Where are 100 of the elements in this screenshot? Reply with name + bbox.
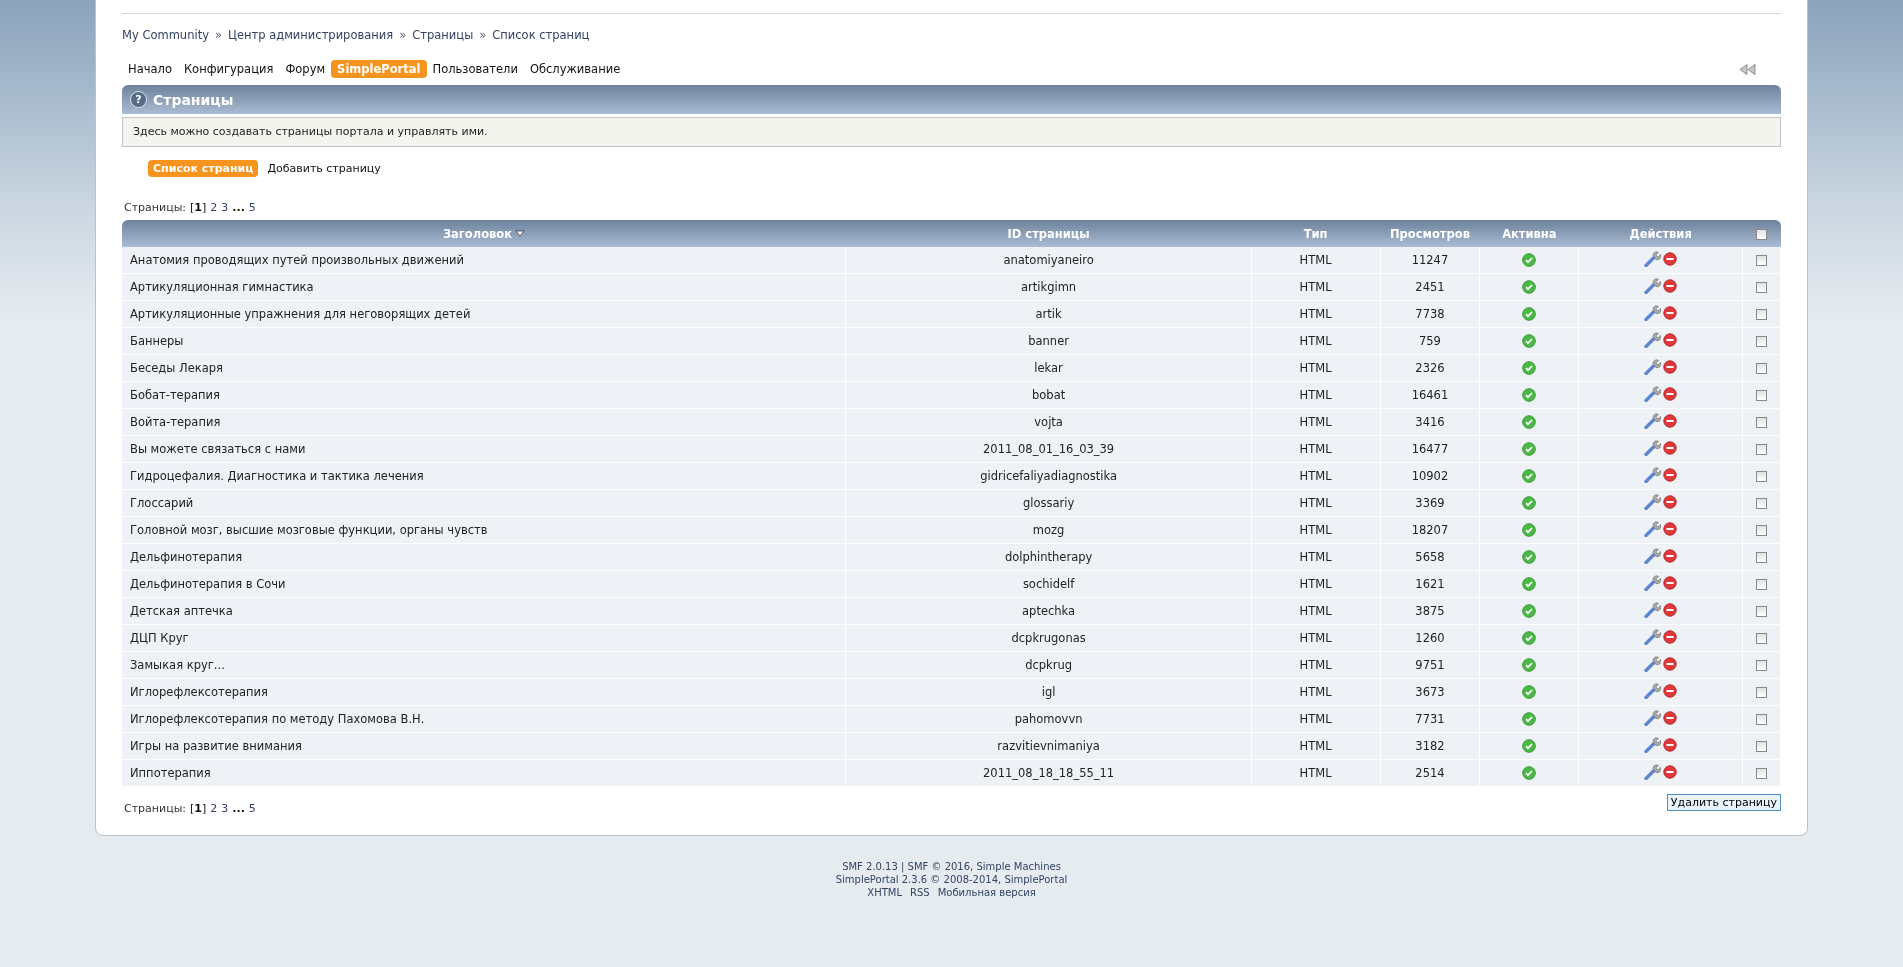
breadcrumb-link[interactable]: Список страниц	[492, 28, 590, 42]
sub-tab[interactable]: Добавить страницу	[262, 159, 386, 177]
wrench-icon[interactable]	[1644, 493, 1662, 510]
wrench-icon[interactable]	[1644, 655, 1662, 672]
delete-icon[interactable]	[1663, 467, 1678, 482]
wrench-icon[interactable]	[1644, 331, 1662, 348]
row-checkbox[interactable]	[1756, 255, 1767, 266]
row-checkbox[interactable]	[1756, 633, 1767, 644]
breadcrumb-link[interactable]: Страницы	[412, 28, 474, 42]
row-checkbox[interactable]	[1756, 417, 1767, 428]
delete-icon[interactable]	[1663, 413, 1678, 428]
row-checkbox[interactable]	[1756, 687, 1767, 698]
active-check-icon[interactable]	[1522, 739, 1537, 754]
wrench-icon[interactable]	[1644, 250, 1662, 267]
delete-icon[interactable]	[1663, 629, 1678, 644]
wrench-icon[interactable]	[1644, 628, 1662, 645]
menu-tab[interactable]: Форум	[279, 60, 332, 78]
row-checkbox[interactable]	[1756, 336, 1767, 347]
wrench-icon[interactable]	[1644, 709, 1662, 726]
collapse-icon[interactable]	[1739, 63, 1757, 75]
wrench-icon[interactable]	[1644, 412, 1662, 429]
wrench-icon[interactable]	[1644, 385, 1662, 402]
footer-link[interactable]: Мобильная версия	[937, 887, 1036, 898]
footer-link[interactable]: XHTML	[867, 887, 903, 898]
page-link[interactable]: 2	[210, 801, 218, 815]
delete-icon[interactable]	[1663, 602, 1678, 617]
active-check-icon[interactable]	[1522, 766, 1537, 781]
delete-icon[interactable]	[1663, 683, 1678, 698]
active-check-icon[interactable]	[1522, 523, 1537, 538]
wrench-icon[interactable]	[1644, 763, 1662, 780]
delete-icon[interactable]	[1663, 494, 1678, 509]
wrench-icon[interactable]	[1644, 736, 1662, 753]
active-check-icon[interactable]	[1522, 334, 1537, 349]
delete-icon[interactable]	[1663, 764, 1678, 779]
active-check-icon[interactable]	[1522, 388, 1537, 403]
active-check-icon[interactable]	[1522, 631, 1537, 646]
delete-icon[interactable]	[1663, 440, 1678, 455]
wrench-icon[interactable]	[1644, 520, 1662, 537]
page-link[interactable]: 5	[248, 200, 256, 214]
active-check-icon[interactable]	[1522, 550, 1537, 565]
delete-icon[interactable]	[1663, 332, 1678, 347]
breadcrumb-link[interactable]: Центр администрирования	[228, 28, 394, 42]
wrench-icon[interactable]	[1644, 304, 1662, 321]
page-title-link[interactable]: Глоссарий	[130, 496, 194, 510]
delete-icon[interactable]	[1663, 737, 1678, 752]
page-title-link[interactable]: Дельфинотерапия в Сочи	[130, 577, 286, 591]
active-check-icon[interactable]	[1522, 361, 1537, 376]
breadcrumb-link[interactable]: My Community	[122, 28, 209, 42]
delete-icon[interactable]	[1663, 575, 1678, 590]
wrench-icon[interactable]	[1644, 439, 1662, 456]
delete-icon[interactable]	[1663, 278, 1678, 293]
row-checkbox[interactable]	[1756, 579, 1767, 590]
row-checkbox[interactable]	[1756, 552, 1767, 563]
delete-icon[interactable]	[1663, 548, 1678, 563]
page-title-link[interactable]: Замыкая круг...	[130, 658, 225, 672]
footer-link[interactable]: RSS	[910, 887, 930, 898]
row-checkbox[interactable]	[1756, 309, 1767, 320]
menu-tab[interactable]: Пользователи	[426, 60, 524, 78]
row-checkbox[interactable]	[1756, 471, 1767, 482]
row-checkbox[interactable]	[1756, 741, 1767, 752]
active-check-icon[interactable]	[1522, 712, 1537, 727]
page-title-link[interactable]: Игры на развитие внимания	[130, 739, 302, 753]
row-checkbox[interactable]	[1756, 363, 1767, 374]
page-title-link[interactable]: Вы можете связаться с нами	[130, 442, 306, 456]
delete-icon[interactable]	[1663, 521, 1678, 536]
wrench-icon[interactable]	[1644, 601, 1662, 618]
menu-tab[interactable]: Конфигурация	[177, 60, 280, 78]
active-check-icon[interactable]	[1522, 307, 1537, 322]
delete-icon[interactable]	[1663, 251, 1678, 266]
page-title-link[interactable]: Детская аптечка	[130, 604, 233, 618]
page-title-link[interactable]: Дельфинотерапия	[130, 550, 243, 564]
page-title-link[interactable]: Артикуляционная гимнастика	[130, 280, 314, 294]
active-check-icon[interactable]	[1522, 496, 1537, 511]
menu-tab[interactable]: Обслуживание	[523, 60, 627, 78]
page-title-link[interactable]: Иппотерапия	[130, 766, 211, 780]
wrench-icon[interactable]	[1644, 547, 1662, 564]
page-title-link[interactable]: Баннеры	[130, 334, 184, 348]
select-all-checkbox[interactable]	[1756, 228, 1767, 240]
page-title-link[interactable]: Беседы Лекаря	[130, 361, 223, 375]
row-checkbox[interactable]	[1756, 660, 1767, 671]
active-check-icon[interactable]	[1522, 253, 1537, 268]
row-checkbox[interactable]	[1756, 282, 1767, 293]
active-check-icon[interactable]	[1522, 415, 1537, 430]
active-check-icon[interactable]	[1522, 604, 1537, 619]
row-checkbox[interactable]	[1756, 714, 1767, 725]
page-link[interactable]: 2	[210, 200, 218, 214]
page-link[interactable]: 5	[248, 801, 256, 815]
delete-icon[interactable]	[1663, 386, 1678, 401]
active-check-icon[interactable]	[1522, 577, 1537, 592]
delete-icon[interactable]	[1663, 656, 1678, 671]
page-title-link[interactable]: ДЦП Круг	[130, 631, 189, 645]
delete-icon[interactable]	[1663, 710, 1678, 725]
active-check-icon[interactable]	[1522, 442, 1537, 457]
wrench-icon[interactable]	[1644, 277, 1662, 294]
row-checkbox[interactable]	[1756, 390, 1767, 401]
active-check-icon[interactable]	[1522, 280, 1537, 295]
page-title-link[interactable]: Бобат-терапия	[130, 388, 220, 402]
menu-tab[interactable]: Начало	[122, 60, 178, 78]
active-check-icon[interactable]	[1522, 469, 1537, 484]
help-icon[interactable]: ?	[130, 91, 147, 108]
